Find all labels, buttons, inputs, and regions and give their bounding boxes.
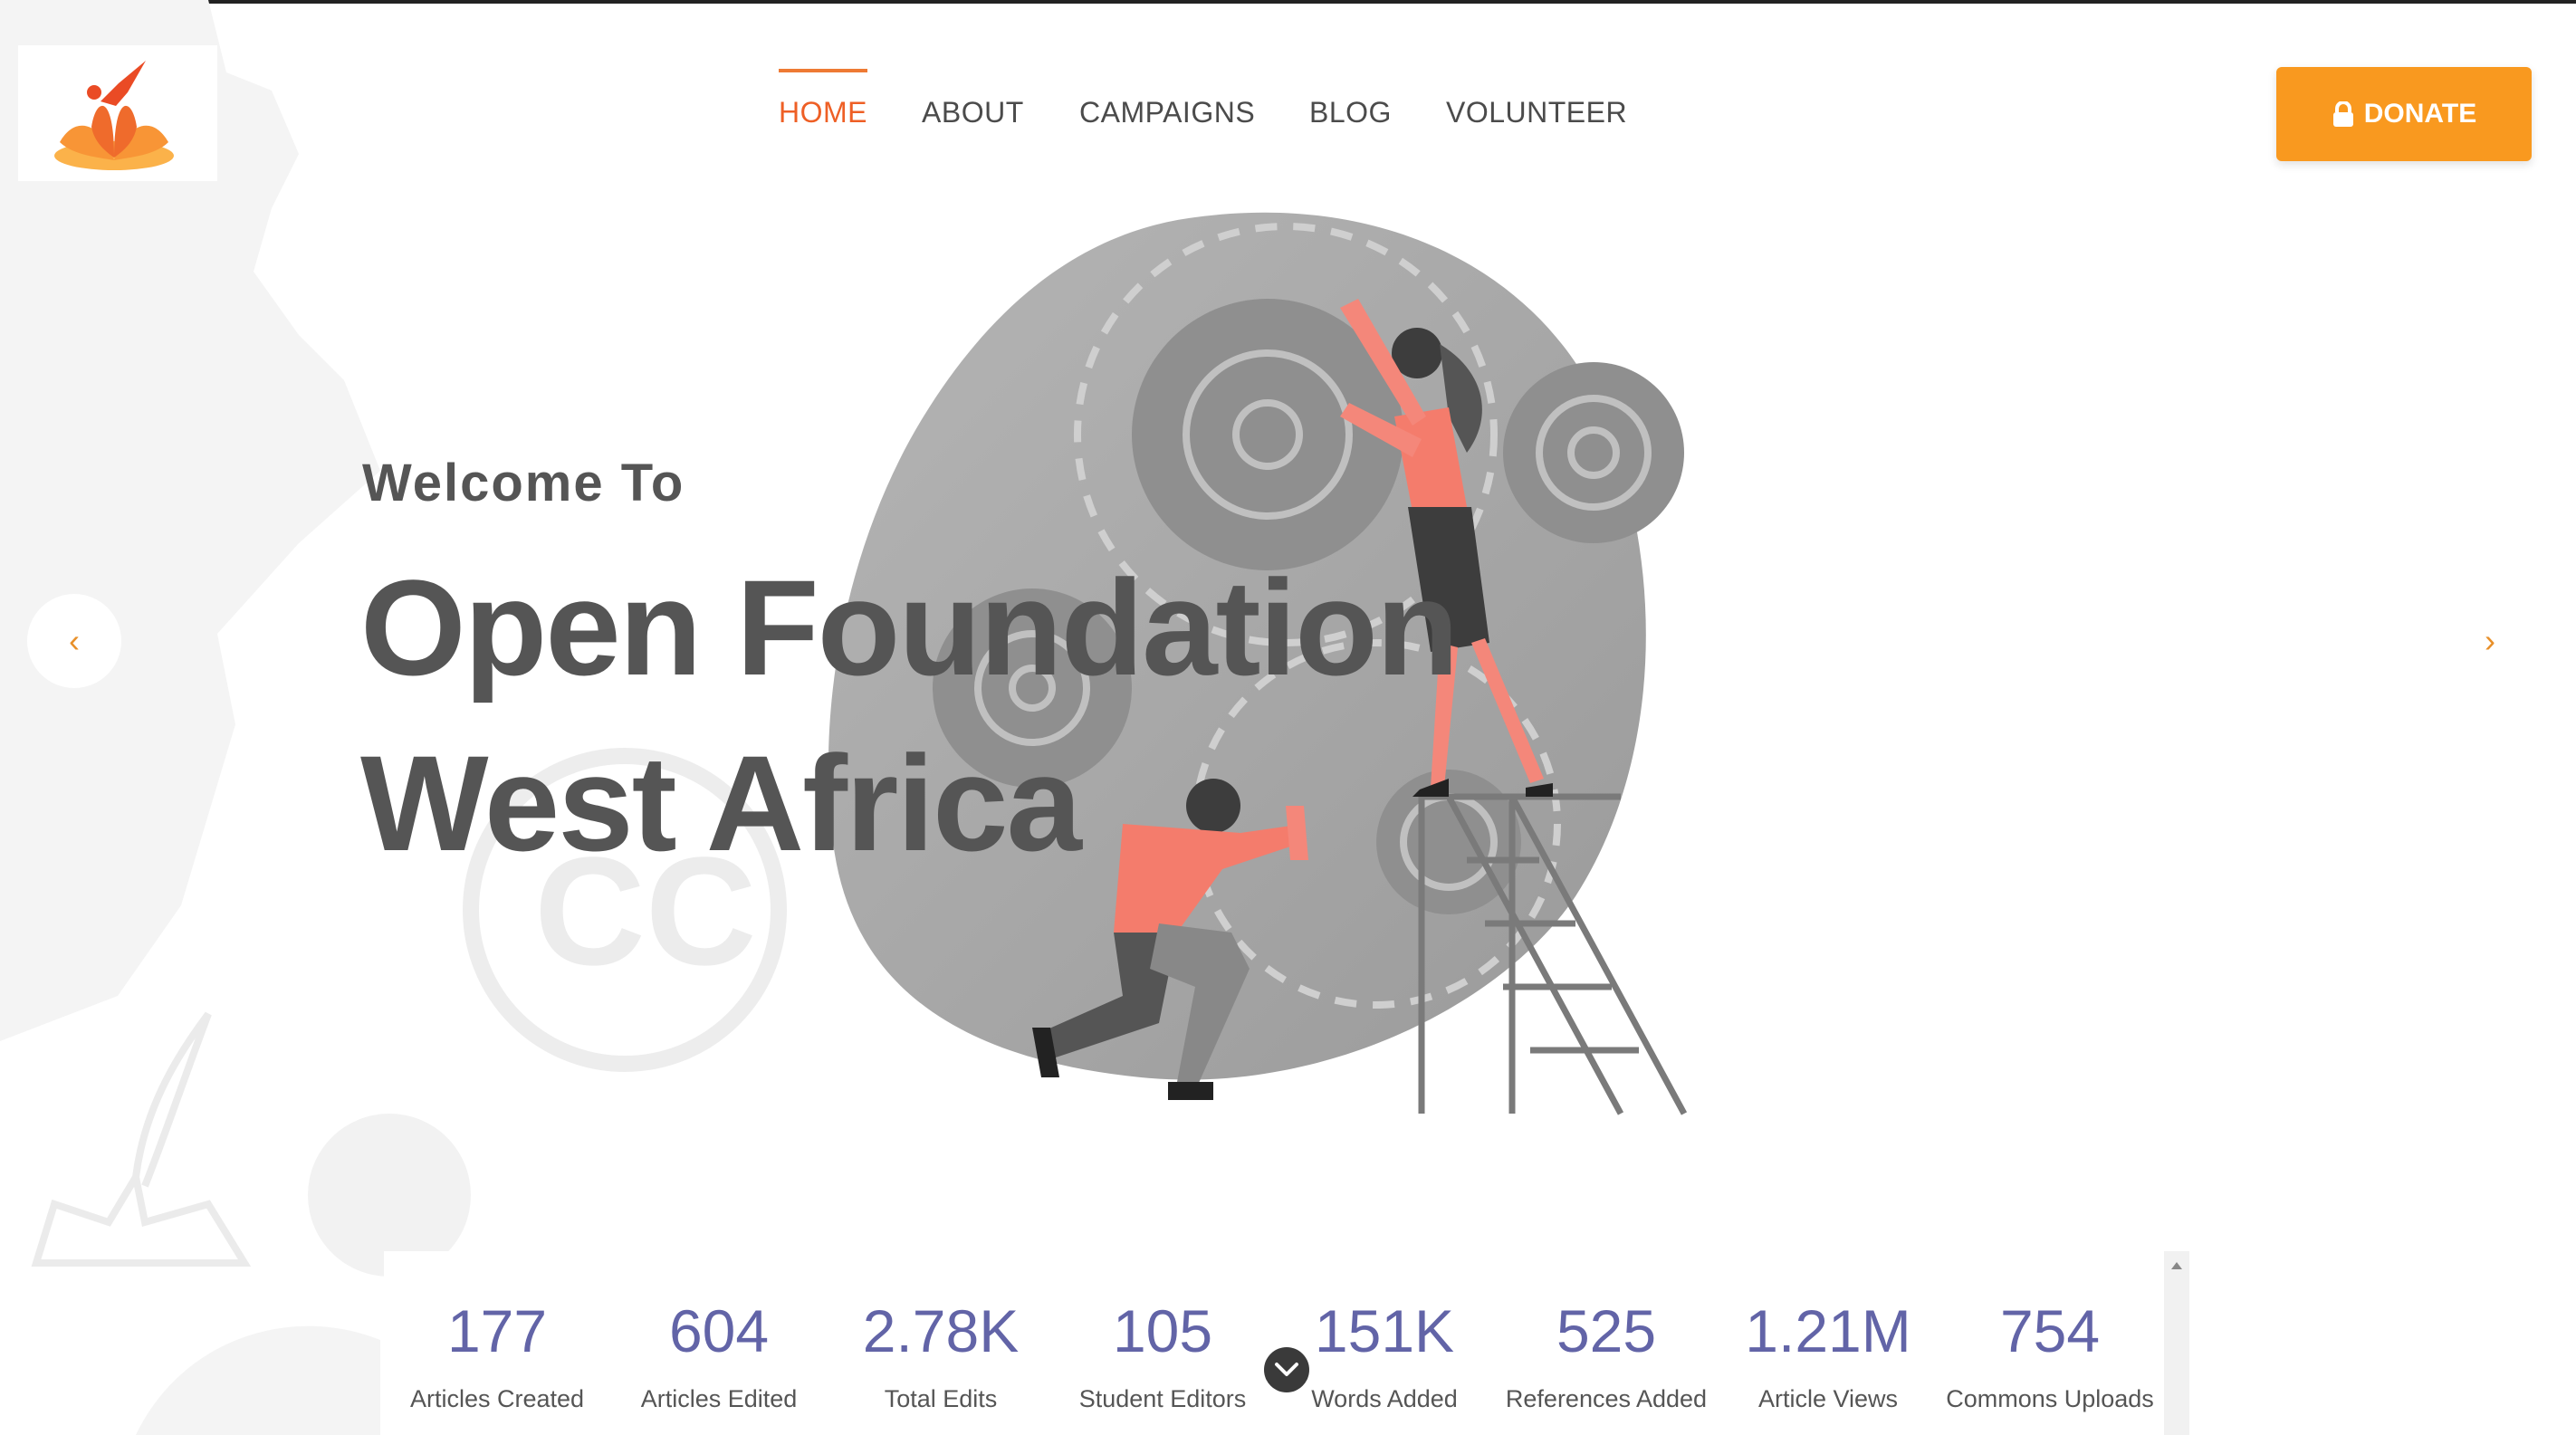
nav-volunteer[interactable]: VOLUNTEER bbox=[1446, 96, 1627, 129]
stat-value: 1.21M bbox=[1745, 1297, 1911, 1364]
nav-campaigns[interactable]: CAMPAIGNS bbox=[1079, 96, 1255, 129]
stat-value: 604 bbox=[668, 1297, 770, 1364]
chevron-right-icon: › bbox=[2485, 622, 2495, 659]
stat-label: Words Added bbox=[1311, 1385, 1458, 1412]
stat-articles-edited: 604 Articles Edited bbox=[606, 1296, 832, 1413]
stat-label: Articles Created bbox=[409, 1385, 585, 1412]
stat-value: 105 bbox=[1112, 1297, 1213, 1364]
stat-article-views: 1.21M Article Views bbox=[1715, 1296, 1941, 1413]
stats-panel: 177 Articles Created 604 Articles Edited… bbox=[384, 1251, 2204, 1435]
stat-label: Articles Edited bbox=[640, 1385, 798, 1412]
hero-welcome: Welcome To bbox=[362, 454, 685, 512]
carousel-prev-button[interactable]: ‹ bbox=[27, 594, 121, 688]
stat-value: 151K bbox=[1314, 1297, 1455, 1364]
nav-about[interactable]: ABOUT bbox=[922, 96, 1024, 129]
stat-value: 177 bbox=[446, 1297, 548, 1364]
scroll-up-arrow-icon[interactable] bbox=[2171, 1262, 2182, 1269]
scroll-down-button[interactable] bbox=[1264, 1347, 1309, 1392]
stat-label: Article Views bbox=[1757, 1385, 1899, 1412]
logo-icon bbox=[54, 61, 174, 170]
stat-total-edits: 2.78K Total Edits bbox=[828, 1296, 1054, 1413]
stat-value: 754 bbox=[1999, 1297, 2101, 1364]
stat-value: 2.78K bbox=[862, 1297, 1020, 1364]
stat-references-added: 525 References Added bbox=[1493, 1296, 1719, 1413]
stat-words-added: 151K Words Added bbox=[1271, 1296, 1498, 1413]
nav-home[interactable]: HOME bbox=[779, 69, 867, 129]
stat-label: Student Editors bbox=[1078, 1385, 1247, 1412]
donate-button[interactable]: DONATE bbox=[2276, 67, 2532, 161]
chevron-left-icon: ‹ bbox=[69, 622, 80, 659]
carousel-next-button[interactable]: › bbox=[2479, 621, 2501, 661]
lock-icon bbox=[2332, 101, 2353, 127]
hero-title-line1: Open Foundation bbox=[360, 551, 1459, 703]
stat-value: 525 bbox=[1556, 1297, 1657, 1364]
stat-label: Total Edits bbox=[884, 1385, 998, 1412]
stat-student-editors: 105 Student Editors bbox=[1049, 1296, 1276, 1413]
chevron-down-icon bbox=[1275, 1363, 1298, 1376]
hero-title-line2: West Africa bbox=[360, 727, 1082, 879]
logo[interactable] bbox=[18, 45, 217, 181]
stats-scrollbar[interactable] bbox=[2164, 1251, 2189, 1435]
stat-articles-created: 177 Articles Created bbox=[384, 1296, 610, 1413]
stat-label: Commons Uploads bbox=[1946, 1385, 2154, 1412]
stat-label: References Added bbox=[1505, 1385, 1708, 1412]
nav-blog[interactable]: BLOG bbox=[1309, 96, 1392, 129]
donate-label: DONATE bbox=[2363, 99, 2477, 129]
stat-commons-uploads: 754 Commons Uploads bbox=[1937, 1296, 2163, 1413]
